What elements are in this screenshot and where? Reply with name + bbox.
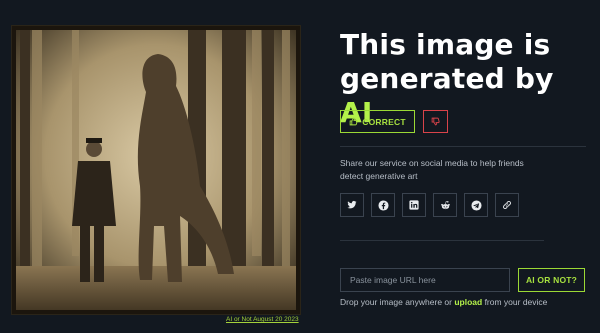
copy-link-button[interactable]	[495, 193, 519, 217]
share-facebook-button[interactable]	[371, 193, 395, 217]
divider	[340, 146, 586, 147]
share-buttons	[340, 193, 519, 217]
telegram-icon	[470, 199, 482, 211]
reddit-icon	[440, 200, 450, 209]
share-telegram-button[interactable]	[464, 193, 488, 217]
incorrect-button[interactable]	[423, 110, 448, 133]
share-twitter-button[interactable]	[340, 193, 364, 217]
drop-instructions: Drop your image anywhere or upload from …	[340, 297, 547, 307]
facebook-icon	[377, 199, 389, 211]
drop-prefix: Drop your image anywhere or	[340, 297, 455, 307]
ai-or-not-button[interactable]: AI OR NOT?	[518, 268, 585, 292]
image-caption[interactable]: AI or Not August 20 2023	[226, 316, 299, 323]
share-linkedin-button[interactable]	[402, 193, 426, 217]
upload-link[interactable]: upload	[454, 297, 482, 307]
share-description: Share our service on social media to hel…	[340, 158, 524, 181]
divider	[340, 240, 544, 241]
result-image	[12, 26, 300, 314]
thumbs-down-icon	[431, 117, 440, 126]
linkedin-icon	[409, 200, 419, 210]
correct-label: CORRECT	[362, 116, 406, 127]
thumbs-up-icon	[349, 117, 358, 126]
image-url-input[interactable]	[340, 268, 510, 292]
twitter-icon	[347, 200, 357, 209]
drop-suffix: from your device	[482, 297, 548, 307]
correct-button[interactable]: CORRECT	[340, 110, 415, 133]
link-icon	[503, 201, 511, 209]
share-reddit-button[interactable]	[433, 193, 457, 217]
headline-text: This image is generated by	[340, 28, 554, 95]
